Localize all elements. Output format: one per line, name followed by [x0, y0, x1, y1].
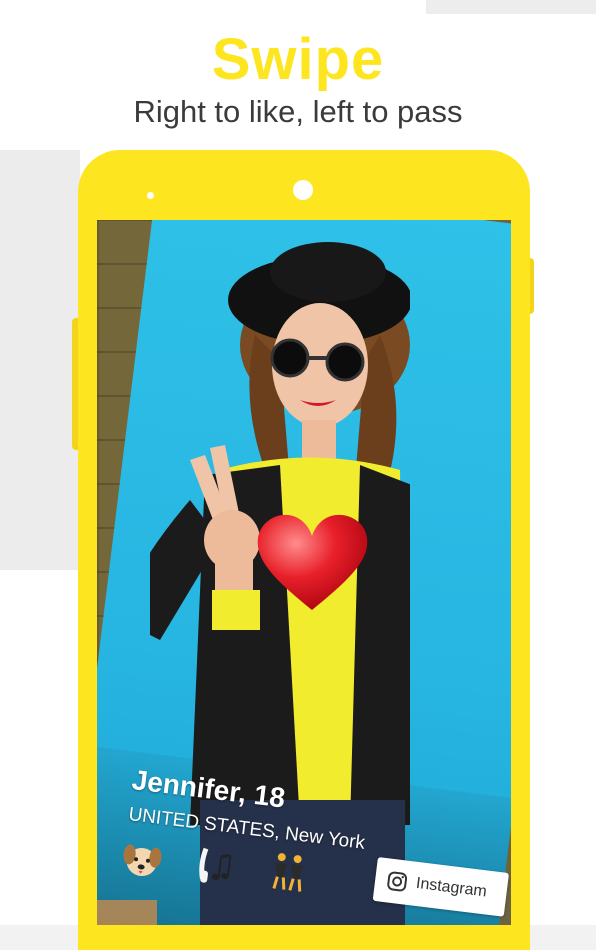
dancers-emoji-icon: [272, 853, 303, 892]
phone-sensor-dot: [147, 192, 154, 199]
instagram-icon: [387, 871, 408, 892]
like-heart-icon: [257, 514, 368, 610]
promo-title: Swipe: [211, 27, 385, 92]
promo-subtitle: Right to like, left to pass: [133, 94, 463, 129]
background-strip-top: [426, 0, 596, 14]
background-strip-left: [0, 150, 80, 570]
instagram-label: Instagram: [415, 874, 488, 901]
headphones-music-icon: [199, 847, 232, 883]
dog-emoji-icon: [123, 844, 162, 877]
background-card-thumbnail: [97, 900, 157, 925]
phone-camera-dot: [293, 180, 313, 200]
